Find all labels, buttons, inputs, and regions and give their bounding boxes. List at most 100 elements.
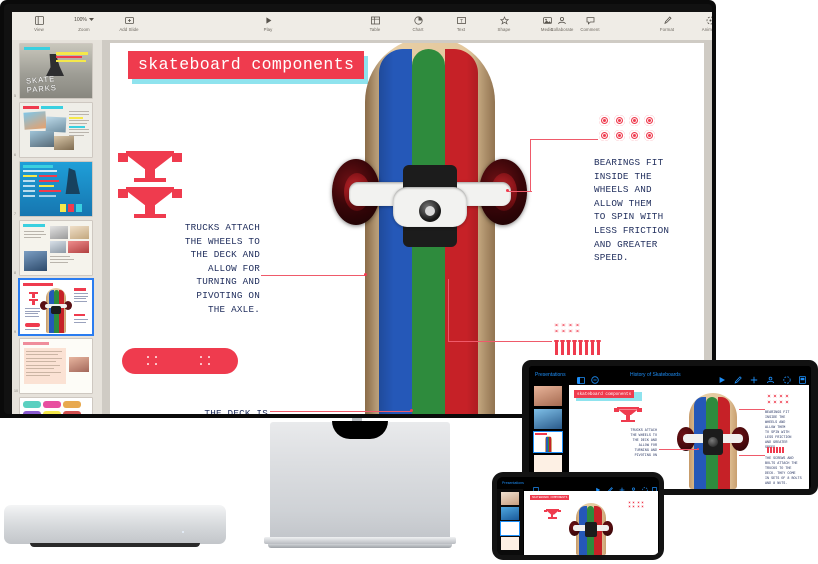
- bearing-icon: [599, 115, 610, 126]
- slide-thumbnail-11[interactable]: [20, 398, 92, 414]
- slide-thumbnail-5[interactable]: SKATE PARKS: [20, 44, 92, 98]
- bearing-icon: [599, 130, 610, 141]
- slide-title-box[interactable]: skateboard components: [128, 51, 369, 84]
- slide-canvas[interactable]: skateboard components TRUCKS ATTACH THE …: [110, 43, 704, 414]
- slide-navigator[interactable]: SKATE PARKS 5 6 7 8 9 10: [12, 40, 102, 414]
- iphone-thumbnail[interactable]: [501, 507, 519, 520]
- iphone-slide-navigator[interactable]: [497, 489, 523, 555]
- slide-canvas-area: skateboard components TRUCKS ATTACH THE …: [102, 40, 712, 414]
- screw-icon: [553, 340, 560, 355]
- iphone-screen: Presentations SKATEBOARD COMPONENTS: [497, 477, 659, 555]
- skateboard-illustration: [332, 43, 527, 414]
- format-button[interactable]: Format: [652, 15, 682, 32]
- format-brush-icon: [663, 15, 672, 25]
- chart-button[interactable]: Chart: [403, 15, 433, 32]
- table-icon: [370, 15, 380, 25]
- play-label: Play: [263, 27, 273, 33]
- bearing-icon: [614, 115, 625, 126]
- screw-icon: [559, 340, 566, 355]
- bearing-icon: [644, 130, 655, 141]
- text-button[interactable]: T Text: [446, 15, 476, 32]
- slide-thumbnail-7[interactable]: [20, 162, 92, 216]
- add-slide-label: Add Slide: [119, 27, 139, 33]
- iphone-thumbnail[interactable]: [501, 522, 519, 535]
- toolbar-play-group: Play: [253, 15, 283, 32]
- nut-icon: [568, 329, 574, 334]
- nut-icon: [561, 329, 567, 334]
- zoom-value-row: 100%: [74, 15, 94, 25]
- shape-button[interactable]: Shape: [489, 15, 519, 32]
- screw-icon: [577, 340, 584, 355]
- kingpin-center: [425, 206, 435, 216]
- list-item[interactable]: 8: [14, 221, 96, 275]
- bearing-icon: [629, 130, 640, 141]
- ipad-screen: Presentations History of Skateboards ska…: [529, 366, 811, 489]
- slide-number: 9: [14, 330, 16, 334]
- nut-icon: [575, 329, 581, 334]
- list-item[interactable]: 7: [14, 162, 96, 216]
- ipad-thumbnail[interactable]: [534, 386, 562, 406]
- display-stand: [270, 421, 450, 540]
- iphone-back-button[interactable]: Presentations: [502, 481, 524, 485]
- list-item[interactable]: 9: [14, 280, 96, 334]
- ipad-thumbnail[interactable]: [534, 432, 562, 452]
- nut-icon: [554, 329, 560, 334]
- list-item[interactable]: SKATE PARKS 5: [14, 44, 96, 98]
- leader-line-bearings-end: [508, 191, 532, 192]
- keynote-window: View 100% Zoom Add Slide Play Table Char…: [12, 12, 712, 414]
- text-label: Text: [456, 27, 466, 33]
- ipad-callout-bearings: BEARINGS FIT INSIDE THE WHEELS AND ALLOW…: [765, 411, 792, 450]
- external-display: View 100% Zoom Add Slide Play Table Char…: [0, 0, 716, 418]
- slide-thumbnail-6[interactable]: [20, 103, 92, 157]
- ipad-callout-screws: THE SCREWS AND BOLTS ATTACH THE TRUCKS T…: [765, 457, 802, 486]
- text-icon: T: [456, 15, 466, 25]
- list-item[interactable]: 11: [20, 398, 96, 414]
- mac-mini-foot: [30, 543, 200, 547]
- slide-thumbnail-9[interactable]: [20, 280, 92, 334]
- view-icon: [34, 15, 44, 25]
- iphone-thumbnail[interactable]: [501, 537, 519, 550]
- leader-line-bearings-drop: [530, 139, 531, 191]
- ipad-thumbnail[interactable]: [534, 409, 562, 429]
- screw-icon: [589, 340, 596, 355]
- animate-button[interactable]: Animate: [695, 15, 712, 32]
- zoom-control[interactable]: 100% Zoom: [67, 15, 101, 32]
- chart-label: Chart: [412, 27, 424, 33]
- bearings-icon-group: [599, 115, 661, 145]
- screw-icon: [571, 340, 578, 355]
- stand-notch: [332, 421, 388, 439]
- list-item[interactable]: 10: [14, 339, 96, 393]
- ipad-leader-screws: [739, 455, 765, 456]
- ipad-back-button[interactable]: Presentations: [535, 372, 566, 378]
- zoom-value: 100%: [74, 17, 87, 23]
- nut-icon: [568, 323, 574, 328]
- nut-icon: [561, 323, 567, 328]
- callout-bearings: BEARINGS FIT INSIDE THE WHEELS AND ALLOW…: [594, 157, 670, 264]
- iphone-thumbnail[interactable]: [501, 492, 519, 505]
- iphone-slide-canvas[interactable]: SKATEBOARD COMPONENTS: [524, 491, 658, 555]
- slide-thumbnail-8[interactable]: [20, 221, 92, 275]
- iphone-skateboard-illustration: [569, 503, 613, 555]
- play-button[interactable]: Play: [253, 15, 283, 32]
- screw-icon: [595, 340, 602, 355]
- view-button[interactable]: View: [24, 15, 54, 32]
- comment-label: Comment: [580, 27, 600, 33]
- zoom-label: Zoom: [78, 27, 90, 33]
- add-slide-button[interactable]: Add Slide: [114, 15, 144, 32]
- view-label: View: [34, 27, 44, 33]
- list-item[interactable]: 6: [14, 103, 96, 157]
- collaborate-icon: [557, 15, 567, 25]
- table-button[interactable]: Table: [360, 15, 390, 32]
- chevron-down-icon: [88, 17, 94, 23]
- display-stand-base-shadow: [268, 544, 452, 548]
- ipad-document-title: History of Skateboards: [630, 372, 681, 378]
- screw-icon: [565, 340, 572, 355]
- ipad-slide-title: skateboard components: [574, 390, 635, 399]
- slide-thumbnail-10[interactable]: [20, 339, 92, 393]
- slide-number: 10: [14, 389, 18, 393]
- collaborate-button[interactable]: Collaborate: [542, 15, 582, 32]
- bearing-icon: [644, 115, 655, 126]
- leader-line-bearings: [530, 139, 598, 140]
- iphone-slide-title: SKATEBOARD COMPONENTS: [530, 495, 570, 500]
- page-title: skateboard components: [128, 51, 365, 79]
